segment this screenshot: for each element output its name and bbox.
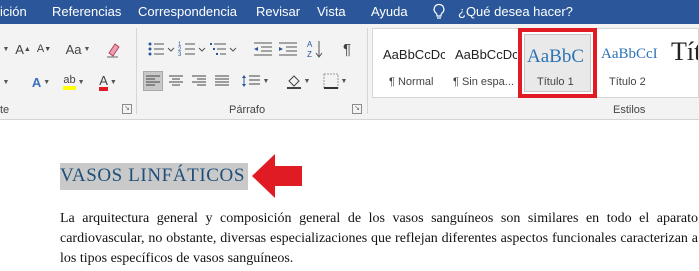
align-left-icon <box>146 75 160 86</box>
paint-bucket-icon <box>286 75 301 89</box>
style-heading-1[interactable]: AaBbC Título 1 <box>518 28 597 98</box>
tab-correspondencia[interactable]: Correspondencia <box>138 4 237 19</box>
grow-font-icon[interactable]: A ▲ <box>14 39 32 59</box>
annotation-arrow-left-icon <box>252 154 302 198</box>
bullets-icon[interactable] <box>146 39 176 59</box>
body-paragraph[interactable]: La arquitectura general y composición ge… <box>60 209 698 269</box>
lightbulb-icon <box>433 3 445 19</box>
ribbon: ▼ A ▲ A ▼ Aa ▼ ▼ A ▼ ab ▼ A ▼ te ↘ 123 A Z <box>0 24 699 120</box>
paragraph-dialog-launcher-icon[interactable]: ↘ <box>352 104 362 114</box>
decrease-indent-icon[interactable] <box>252 39 274 59</box>
text-effects-button[interactable]: A ▼ <box>27 72 55 92</box>
styles-gallery: AaBbCcDc ¶ Normal AaBbCcDc ¶ Sin espa...… <box>372 28 699 98</box>
clear-formatting-icon[interactable] <box>104 39 122 59</box>
shading-button[interactable]: ▼ <box>283 71 313 91</box>
numbering-icon[interactable]: 123 <box>177 39 207 59</box>
font-name-caret[interactable]: ▼ <box>0 72 10 92</box>
align-left-button[interactable] <box>143 71 163 91</box>
tab-ayuda[interactable]: Ayuda <box>371 4 408 19</box>
svg-text:3: 3 <box>178 52 182 58</box>
line-spacing-icon <box>241 75 260 87</box>
align-right-button[interactable] <box>189 71 209 91</box>
svg-text:A: A <box>307 40 313 49</box>
ribbon-tab-bar: ición Referencias Correspondencia Revisa… <box>0 0 699 24</box>
style-no-spacing[interactable]: AaBbCcDc ¶ Sin espa... <box>447 29 517 97</box>
highlight-color-button[interactable]: ab ▼ <box>60 72 88 92</box>
change-case-button[interactable]: Aa ▼ <box>63 39 93 59</box>
tell-me-search[interactable]: ¿Qué desea hacer? <box>458 4 573 19</box>
borders-icon <box>323 73 339 89</box>
style-normal[interactable]: AaBbCcDc ¶ Normal <box>375 29 445 97</box>
font-color-button[interactable]: A ▼ <box>94 72 122 92</box>
font-group-label: te <box>0 104 10 116</box>
sort-icon[interactable]: A Z <box>306 38 324 60</box>
styles-group-label: Estilos <box>613 104 646 116</box>
align-center-button[interactable] <box>166 71 186 91</box>
svg-text:Z: Z <box>307 50 312 59</box>
increase-indent-icon[interactable] <box>277 39 299 59</box>
justify-button[interactable] <box>212 71 232 91</box>
tab-insertion[interactable]: ición <box>0 4 27 19</box>
tab-referencias[interactable]: Referencias <box>52 4 121 19</box>
show-formatting-marks-button[interactable]: ¶ <box>338 39 356 59</box>
document-page[interactable]: VASOS LINFÁTICOS La arquitectura general… <box>0 121 699 271</box>
group-divider <box>136 28 137 114</box>
highlight-pen-icon: ab <box>63 74 76 90</box>
font-dialog-launcher-icon[interactable]: ↘ <box>122 104 132 114</box>
borders-button[interactable]: ▼ <box>318 71 352 91</box>
font-size-field[interactable]: ▼ <box>0 39 10 59</box>
line-spacing-button[interactable]: ▼ <box>240 71 270 91</box>
align-center-icon <box>169 75 183 86</box>
style-title[interactable]: Tít <box>667 29 698 97</box>
align-right-icon <box>192 75 206 86</box>
paragraph-group-label: Párrafo <box>229 104 266 116</box>
multilevel-list-icon[interactable] <box>208 39 238 59</box>
shrink-font-icon[interactable]: A ▼ <box>35 39 53 59</box>
style-heading-2[interactable]: AaBbCcI Título 2 <box>599 29 665 97</box>
tab-revisar[interactable]: Revisar <box>256 4 300 19</box>
group-divider <box>367 28 368 114</box>
justify-icon <box>215 75 229 86</box>
selected-heading[interactable]: VASOS LINFÁTICOS <box>60 163 249 190</box>
tab-vista[interactable]: Vista <box>317 4 346 19</box>
